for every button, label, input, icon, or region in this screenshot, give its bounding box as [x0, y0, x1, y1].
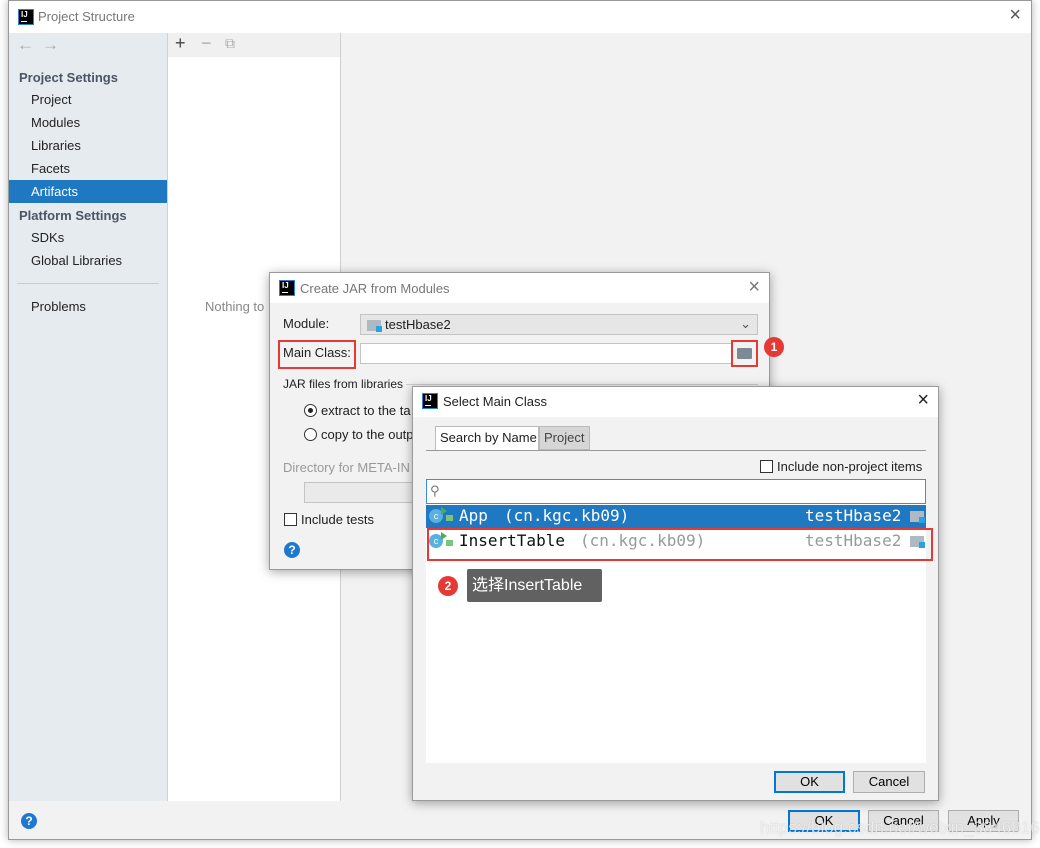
annotation-box [427, 528, 933, 561]
empty-text: Nothing to [205, 299, 265, 314]
dialog-title: Select Main Class [443, 394, 548, 409]
access-icon [446, 515, 453, 521]
sidebar-item-problems[interactable]: Problems [9, 295, 167, 318]
module-dropdown[interactable]: testHbase2 ⌄ [360, 314, 758, 335]
main-class-label: Main Class: [283, 345, 351, 360]
include-non-project-label: Include non-project items [777, 459, 923, 474]
search-icon: ⚲ [430, 483, 440, 498]
module-value: testHbase2 [385, 317, 451, 332]
title-bar: IJ Project Structure × [9, 1, 1031, 33]
sidebar-item-sdks[interactable]: SDKs [9, 226, 167, 249]
copy-radio-label: copy to the outp [321, 427, 414, 442]
main-class-input[interactable] [360, 343, 732, 364]
copy-radio[interactable] [304, 428, 317, 441]
sidebar: ← → Project Settings Project Modules Lib… [9, 33, 167, 801]
sidebar-item-modules[interactable]: Modules [9, 111, 167, 134]
annotation-badge: 1 [764, 337, 784, 357]
directory-label: Directory for META-IN [283, 460, 410, 475]
tab-divider [426, 450, 926, 451]
class-package: (cn.kgc.kb09) [504, 506, 630, 525]
divider [17, 283, 159, 284]
intellij-logo-icon: IJ [279, 280, 295, 296]
help-icon[interactable]: ? [284, 542, 300, 558]
extract-radio-label: extract to the ta [321, 403, 411, 418]
forward-icon[interactable]: → [42, 35, 59, 55]
cancel-button[interactable]: Cancel [853, 771, 925, 793]
dialog-title: Create JAR from Modules [300, 281, 450, 296]
jar-libs-label: JAR files from libraries [283, 377, 404, 391]
include-non-project-checkbox[interactable] [760, 460, 773, 473]
sidebar-item-global-libraries[interactable]: Global Libraries [9, 249, 167, 272]
module-icon [367, 320, 382, 332]
annotation-badge: 2 [438, 576, 458, 596]
artifacts-toolbar: + − ⧉ [168, 33, 340, 57]
dialog-title-bar: IJ Create JAR from Modules × [270, 273, 769, 303]
sidebar-item-libraries[interactable]: Libraries [9, 134, 167, 157]
sidebar-item-artifacts[interactable]: Artifacts [9, 180, 167, 203]
list-item[interactable]: c App (cn.kgc.kb09) testHbase2 [426, 505, 926, 528]
dialog-title-bar: IJ Select Main Class × [413, 387, 938, 417]
background-editor [0, 0, 8, 848]
class-icon: c [429, 507, 447, 523]
include-tests-checkbox[interactable] [284, 513, 297, 526]
search-input[interactable] [426, 479, 926, 504]
sidebar-item-project[interactable]: Project [9, 88, 167, 111]
remove-icon[interactable]: − [201, 33, 212, 54]
module-label: Module: [283, 316, 330, 331]
intellij-logo-icon: IJ [18, 9, 34, 25]
close-icon[interactable]: × [748, 276, 760, 299]
help-icon[interactable]: ? [21, 813, 37, 829]
tab-project[interactable]: Project [539, 426, 590, 450]
chevron-down-icon: ⌄ [740, 316, 751, 331]
class-module: testHbase2 [805, 506, 902, 525]
sidebar-item-facets[interactable]: Facets [9, 157, 167, 180]
class-name: App [459, 506, 488, 525]
directory-input[interactable] [304, 482, 424, 503]
copy-icon[interactable]: ⧉ [225, 35, 235, 52]
module-icon [910, 511, 925, 523]
intellij-logo-icon: IJ [422, 393, 438, 409]
select-main-class-dialog: IJ Select Main Class × Search by Name Pr… [412, 386, 939, 801]
ok-button[interactable]: OK [774, 771, 845, 793]
watermark: https://blog.csdn.net/weixin_38468167 [760, 818, 1040, 837]
include-tests-label: Include tests [301, 512, 374, 527]
back-icon[interactable]: ← [17, 35, 34, 55]
window-title: Project Structure [38, 9, 135, 24]
close-icon[interactable]: × [917, 389, 929, 412]
tab-search-by-name[interactable]: Search by Name [435, 426, 539, 450]
close-icon[interactable]: × [1009, 4, 1021, 27]
project-settings-heading: Project Settings [19, 70, 118, 85]
add-icon[interactable]: + [175, 33, 186, 54]
annotation-tooltip: 选择InsertTable [467, 569, 602, 602]
extract-radio[interactable] [304, 404, 317, 417]
folder-open-icon[interactable] [737, 348, 752, 359]
divider [406, 384, 758, 385]
platform-settings-heading: Platform Settings [19, 208, 127, 223]
